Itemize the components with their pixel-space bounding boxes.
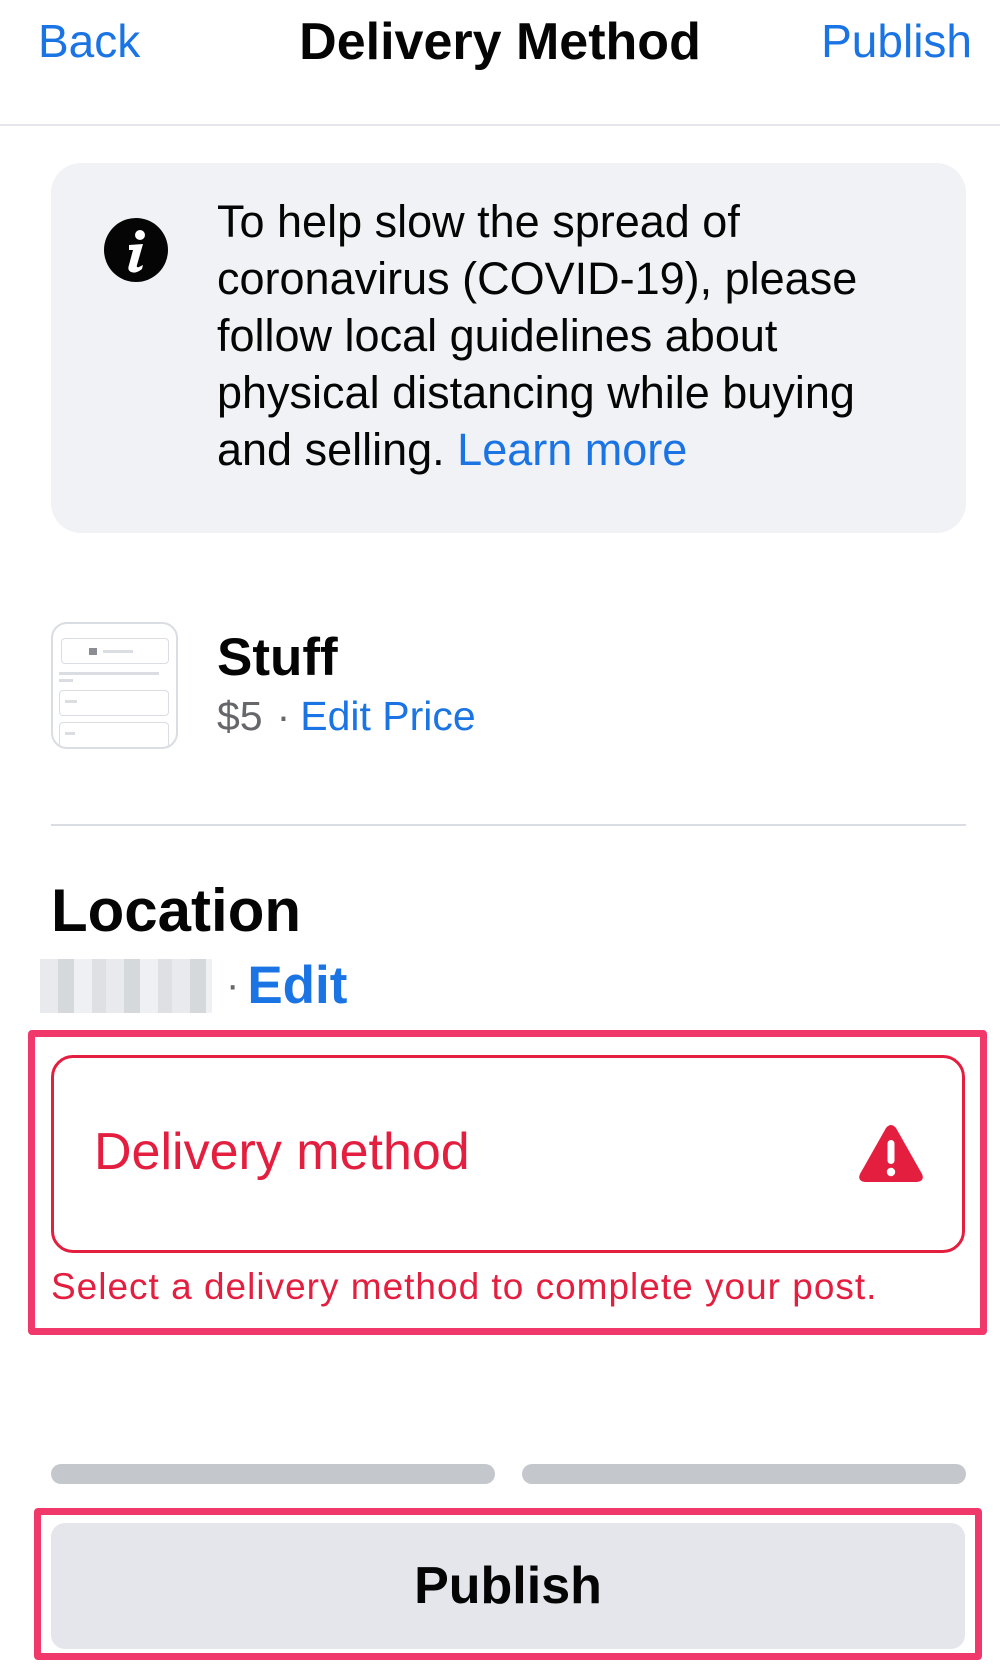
notice-text: To help slow the spread of coronavirus (… bbox=[217, 193, 937, 478]
edit-location-link[interactable]: Edit bbox=[247, 955, 347, 1016]
item-meta: $5 · Edit Price bbox=[217, 693, 476, 740]
delivery-method-field[interactable]: Delivery method bbox=[51, 1055, 965, 1253]
thumb-line bbox=[59, 672, 159, 675]
loading-bar bbox=[51, 1464, 495, 1484]
item-title: Stuff bbox=[217, 628, 338, 687]
thumb-photo-icon bbox=[89, 648, 97, 655]
location-row: · Edit bbox=[40, 955, 347, 1025]
thumb-line bbox=[59, 679, 73, 682]
info-icon bbox=[104, 218, 168, 282]
learn-more-link[interactable]: Learn more bbox=[457, 424, 687, 475]
item-price: $5 bbox=[217, 693, 263, 739]
edit-price-link[interactable]: Edit Price bbox=[300, 693, 475, 739]
publish-button[interactable]: Publish bbox=[51, 1523, 965, 1649]
thumb-line bbox=[103, 650, 133, 653]
thumb-line bbox=[65, 700, 77, 703]
location-value-redacted bbox=[40, 958, 212, 1013]
back-button[interactable]: Back bbox=[38, 14, 140, 68]
nav-bar: Back Delivery Method Publish bbox=[0, 0, 1000, 126]
covid-notice: To help slow the spread of coronavirus (… bbox=[51, 163, 966, 533]
thumb-field bbox=[59, 690, 169, 716]
delivery-method-label: Delivery method bbox=[94, 1123, 470, 1181]
thumb-line bbox=[65, 732, 75, 735]
loading-bar bbox=[522, 1464, 966, 1484]
divider bbox=[51, 824, 966, 826]
location-separator: · bbox=[226, 963, 240, 1007]
location-heading: Location bbox=[51, 877, 301, 944]
delivery-error-message: Select a delivery method to complete you… bbox=[51, 1266, 878, 1307]
warning-icon bbox=[859, 1125, 923, 1182]
item-thumbnail bbox=[51, 622, 178, 749]
meta-separator: · bbox=[276, 693, 291, 739]
thumb-field bbox=[59, 722, 169, 747]
nav-publish-button[interactable]: Publish bbox=[821, 14, 972, 68]
